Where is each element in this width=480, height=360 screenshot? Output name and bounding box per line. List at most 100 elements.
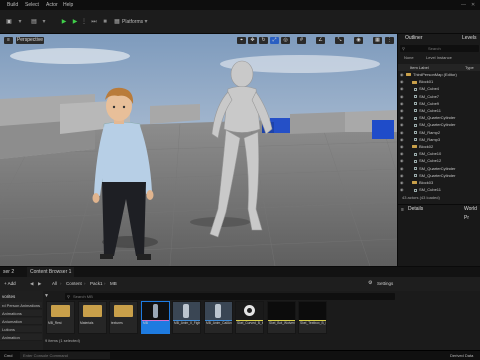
stop-icon[interactable]: ■ [100, 17, 110, 27]
visibility-eye-icon[interactable]: ◉ [400, 94, 404, 100]
visibility-eye-icon[interactable]: ◉ [400, 158, 404, 164]
sidebar-folder-item[interactable]: rd Person Animations [0, 302, 42, 309]
viewport-menu-icon[interactable]: ≡ [4, 37, 13, 44]
breadcrumb-mb[interactable]: MB [110, 281, 117, 286]
outliner-search-input[interactable]: Search [428, 45, 441, 52]
col-item-label[interactable]: Item Label [410, 65, 429, 70]
asset-tile[interactable]: MB_Rest [46, 301, 75, 334]
move-tool-icon[interactable]: ✥ [248, 37, 257, 44]
filter-level-instance[interactable]: Level Instance [426, 55, 452, 60]
asset-tile[interactable]: MB [141, 301, 170, 334]
outliner-row[interactable]: ◉ SM_Cube7 [398, 94, 480, 100]
filter-none[interactable]: None [404, 55, 414, 60]
visibility-eye-icon[interactable]: ◉ [400, 101, 404, 107]
chevron-down-icon[interactable]: ▾ [40, 17, 48, 27]
mode-select-icon[interactable]: ▣ [4, 17, 14, 27]
blueprint-icon[interactable]: ▤ [29, 17, 39, 27]
favorites-label[interactable]: vorites [2, 294, 15, 299]
visibility-eye-icon[interactable]: ◉ [400, 79, 404, 85]
asset-tile[interactable]: Skel_Textbox_B_MB.opq_wolf [298, 301, 327, 334]
select-tool-icon[interactable]: ⌖ [237, 37, 246, 44]
settings-button[interactable]: Settings [377, 281, 393, 286]
derived-data-button[interactable]: Derived Data [450, 353, 473, 358]
outliner-row[interactable]: ◉ SM_Cube4 [398, 86, 480, 92]
asset-tile[interactable]: MB_Anim_CallAnimal [204, 301, 233, 334]
outliner-row[interactable]: ◉ SM_Ramp2 [398, 130, 480, 136]
asset-tile[interactable]: MB_Anim_II_Fight_A_001 [172, 301, 201, 334]
chevron-down-icon[interactable]: ⋮ [81, 17, 87, 27]
forward-icon[interactable]: ▶ [38, 281, 41, 287]
visibility-eye-icon[interactable]: ◉ [400, 115, 404, 121]
tab-outliner[interactable]: Outliner [405, 34, 423, 43]
chevron-down-icon[interactable]: ▾ [143, 17, 149, 27]
visibility-eye-icon[interactable]: ◉ [400, 108, 404, 114]
tab-levels[interactable]: Levels [462, 34, 476, 43]
visibility-eye-icon[interactable]: ◉ [400, 72, 404, 78]
outliner-row[interactable]: ◉ SM_QuarterCylinder [398, 115, 480, 121]
perspective-button[interactable]: Perspective [16, 37, 44, 44]
visibility-eye-icon[interactable]: ◉ [400, 137, 404, 143]
outliner-row[interactable]: ◉ SM_Cube11 [398, 108, 480, 114]
visibility-eye-icon[interactable]: ◉ [400, 151, 404, 157]
skip-icon[interactable]: ⏭ [89, 17, 99, 27]
outliner-row[interactable]: ◉ SM_Cube11 [398, 187, 480, 193]
filter-icon[interactable]: ▼ [44, 293, 49, 299]
asset-tile[interactable]: Materials [78, 301, 107, 334]
sidebar-folder-item[interactable]: Lutions [0, 326, 42, 333]
play-options-icon[interactable]: ▶ [70, 17, 80, 27]
camera-speed-icon[interactable]: ◉ [354, 37, 363, 44]
outliner-row[interactable]: ◉ Block02 [398, 144, 480, 150]
settings-icon[interactable]: ⚙ [368, 280, 372, 286]
play-icon[interactable]: ▶ [59, 17, 69, 27]
visibility-eye-icon[interactable]: ◉ [400, 166, 404, 172]
add-button[interactable]: + Add [4, 281, 16, 286]
outliner-row[interactable]: ◉ Block01 [398, 79, 480, 85]
tab-content-drawer[interactable]: ser 2 [0, 267, 18, 277]
asset-tile[interactable]: textures [109, 301, 138, 334]
outliner-row[interactable]: ◉ SM_Ramp3 [398, 137, 480, 143]
cmd-label[interactable]: Cmd [4, 353, 12, 358]
sidebar-folder-item[interactable]: Aniumation [0, 318, 42, 325]
visibility-eye-icon[interactable]: ◉ [400, 122, 404, 128]
sidebar-folder-item[interactable]: Animation [0, 334, 42, 341]
asset-tile[interactable]: Skel_Bot_Wolverine_MB_Pose [267, 301, 296, 334]
console-input-box[interactable]: Enter Console Command [20, 352, 110, 359]
menu-item-select[interactable]: Select [25, 2, 39, 8]
outliner-row[interactable]: ◉ SM_QuarterCylinder [398, 173, 480, 179]
outliner-row[interactable]: ◉ SM_QuarterCylinder [398, 166, 480, 172]
menu-item-help[interactable]: Help [63, 2, 73, 8]
menu-item-build[interactable]: Build [7, 2, 18, 8]
chevron-down-icon[interactable]: ▾ [16, 17, 24, 27]
grid-snap-icon[interactable]: # [297, 37, 306, 44]
layout-icon[interactable]: ▦ [373, 37, 382, 44]
visibility-eye-icon[interactable]: ◉ [400, 144, 404, 150]
outliner-row[interactable]: ◉ SM_Cube9 [398, 101, 480, 107]
breadcrumb-content[interactable]: Content [66, 281, 82, 286]
visibility-eye-icon[interactable]: ◉ [400, 173, 404, 179]
visibility-eye-icon[interactable]: ◉ [400, 130, 404, 136]
outliner-row[interactable]: ◉ Block03 [398, 180, 480, 186]
outliner-row[interactable]: ◉ SM_Cube10 [398, 151, 480, 157]
rotate-tool-icon[interactable]: ↻ [259, 37, 268, 44]
breadcrumb-all[interactable]: All [52, 281, 57, 286]
back-icon[interactable]: ◀ [30, 281, 33, 287]
console-input[interactable]: Enter Console Command [23, 353, 68, 358]
angle-snap-icon[interactable]: ∠ [316, 37, 325, 44]
platforms-button[interactable]: Platforms [122, 17, 144, 27]
outliner-row[interactable]: ◉ ThirdPersonMap (Editor) [398, 72, 480, 78]
content-search-box[interactable]: ⚲ Search MB [65, 293, 395, 300]
tab-content-browser-1[interactable]: Content Browser 1 [27, 267, 75, 277]
sidebar-folder-item[interactable]: Animations [0, 310, 42, 317]
scale-tool-icon[interactable]: ⤢ [270, 37, 279, 44]
outliner-search-box[interactable]: ⚲ Search [400, 45, 479, 52]
close-icon[interactable]: ✕ [471, 2, 475, 8]
asset-tile[interactable]: Skel_Curved_B_MB.opq_MB [235, 301, 264, 334]
breadcrumb-pack1[interactable]: Pack1 [90, 281, 103, 286]
tab-details[interactable]: Details [408, 205, 423, 214]
world-space-icon[interactable]: ◎ [281, 37, 290, 44]
col-type[interactable]: Type [465, 65, 474, 70]
scale-snap-icon[interactable]: ⤡ [335, 37, 344, 44]
visibility-eye-icon[interactable]: ◉ [400, 187, 404, 193]
content-search-input[interactable]: Search MB [73, 293, 93, 300]
outliner-row[interactable]: ◉ SM_QuarterCylinder [398, 122, 480, 128]
